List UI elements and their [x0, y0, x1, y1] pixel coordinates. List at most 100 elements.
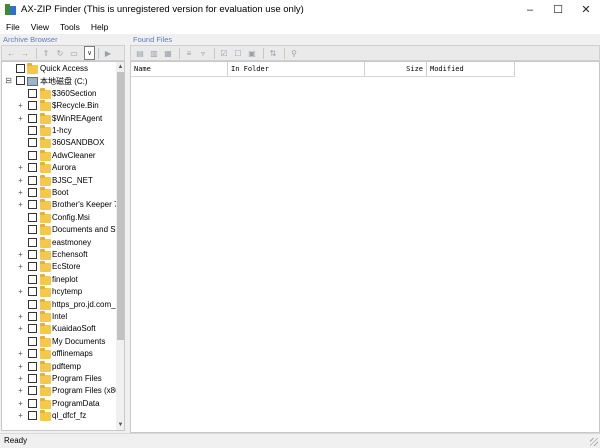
tree-checkbox[interactable]	[28, 250, 37, 259]
expand-icon[interactable]: +	[17, 312, 24, 321]
menu-help[interactable]: Help	[91, 22, 108, 32]
expand-icon[interactable]: +	[17, 324, 24, 333]
collapse-icon[interactable]: ⊟	[5, 76, 12, 85]
tree-item[interactable]: $360Section	[2, 87, 115, 100]
tree-checkbox[interactable]	[28, 386, 37, 396]
tree-checkbox[interactable]	[28, 150, 37, 160]
resize-grip-icon[interactable]	[590, 438, 598, 446]
find-icon[interactable]: ⚲	[288, 47, 300, 59]
move-up-icon[interactable]: ⇅	[267, 47, 279, 59]
tree-item[interactable]: AdwCleaner	[2, 149, 115, 162]
tree-checkbox[interactable]	[28, 287, 37, 297]
tree-item[interactable]: Quick Access	[2, 63, 115, 75]
expand-icon[interactable]: +	[17, 374, 24, 383]
tree-checkbox[interactable]	[28, 398, 37, 408]
tree-checkbox[interactable]	[28, 188, 37, 197]
tree-item[interactable]: + offlinemaps	[2, 348, 115, 360]
expand-icon[interactable]: +	[17, 411, 24, 420]
tree-checkbox[interactable]	[16, 76, 25, 86]
tree-checkbox[interactable]	[28, 336, 37, 346]
expand-icon[interactable]: +	[17, 362, 24, 371]
scroll-down-icon[interactable]: ▼	[116, 420, 124, 430]
scrollbar-thumb[interactable]	[117, 72, 124, 340]
tree-checkbox[interactable]	[28, 88, 37, 98]
tree-checkbox[interactable]	[16, 64, 25, 73]
tree-item[interactable]: + $WinREAgent	[2, 112, 115, 125]
forward-icon[interactable]: →	[19, 47, 31, 59]
tree-item[interactable]: + EcStore	[2, 261, 115, 273]
tree-checkbox[interactable]	[28, 212, 37, 222]
tree-checkbox[interactable]	[28, 349, 37, 359]
column-in-folder[interactable]: In Folder	[228, 62, 365, 77]
tree-item[interactable]: + pdftemp	[2, 360, 115, 373]
open-icon[interactable]: ▤	[134, 47, 146, 59]
tree-item[interactable]: + Echensoft	[2, 249, 115, 261]
expand-icon[interactable]: +	[17, 200, 24, 209]
folder-tree[interactable]: Quick Access ⊟ 本地磁盘 (C:) $360Section + $Recyc…	[1, 61, 125, 431]
properties-icon[interactable]: ▣	[246, 47, 258, 59]
tree-item[interactable]: 360SANDBOX	[2, 137, 115, 149]
tree-item[interactable]: + BJSC_NET	[2, 174, 115, 187]
tree-checkbox[interactable]	[28, 411, 37, 421]
found-files-list[interactable]: Name In Folder Size Modified	[130, 61, 600, 433]
tree-checkbox[interactable]	[28, 312, 37, 321]
tree-item[interactable]: Documents and Se	[2, 224, 120, 236]
tree-checkbox[interactable]	[28, 138, 37, 148]
tree-checkbox[interactable]	[28, 175, 37, 185]
tree-scrollbar[interactable]: ▲ ▼	[116, 62, 124, 430]
tree-checkbox[interactable]	[28, 374, 37, 383]
refresh-icon[interactable]: ↻	[54, 47, 66, 59]
up-folder-icon[interactable]: ⇑	[40, 47, 52, 59]
column-modified[interactable]: Modified	[427, 62, 515, 77]
expand-icon[interactable]: +	[17, 176, 24, 185]
select-none-icon[interactable]: ☐	[232, 47, 244, 59]
chevron-down-icon[interactable]: ∨	[84, 46, 95, 60]
tree-item[interactable]: + Intel	[2, 311, 115, 323]
expand-icon[interactable]: +	[17, 399, 24, 408]
expand-icon[interactable]: +	[17, 349, 24, 358]
tree-checkbox[interactable]	[28, 262, 37, 272]
tree-item[interactable]: + Program Files (x86	[2, 385, 120, 397]
expand-icon[interactable]: +	[17, 114, 24, 123]
expand-icon[interactable]: +	[17, 188, 24, 197]
close-button[interactable]: ✕	[572, 0, 600, 19]
tree-item[interactable]: fineplot	[2, 273, 115, 286]
expand-icon[interactable]: +	[17, 163, 24, 172]
menu-view[interactable]: View	[31, 22, 49, 32]
expand-icon[interactable]: +	[17, 386, 24, 395]
tree-item[interactable]: + ProgramData	[2, 397, 115, 410]
tree-item[interactable]: My Documents	[2, 335, 115, 348]
expand-icon[interactable]: +	[17, 287, 24, 296]
tree-checkbox[interactable]	[28, 200, 37, 210]
expand-icon[interactable]: +	[17, 250, 24, 259]
tree-item[interactable]: + hcytemp	[2, 286, 115, 298]
select-all-icon[interactable]: ☑	[218, 47, 230, 59]
copy-icon[interactable]: ▦	[162, 47, 174, 59]
tree-item[interactable]: + KuaidaoSoft	[2, 323, 115, 335]
back-icon[interactable]: ←	[5, 47, 17, 59]
tree-item[interactable]: https_pro.jd.com_0	[2, 298, 120, 311]
tree-item[interactable]: + Aurora	[2, 162, 115, 174]
tree-checkbox[interactable]	[28, 225, 37, 235]
menu-tools[interactable]: Tools	[60, 22, 80, 32]
tree-item[interactable]: eastmoney	[2, 236, 115, 249]
tree-item[interactable]: + Program Files	[2, 373, 115, 385]
tree-checkbox[interactable]	[28, 237, 37, 247]
tree-checkbox[interactable]	[28, 361, 37, 371]
menu-file[interactable]: File	[6, 22, 20, 32]
tree-checkbox[interactable]	[28, 113, 37, 123]
maximize-button[interactable]: ☐	[544, 0, 572, 19]
tree-item[interactable]: + Brother's Keeper 7	[2, 199, 118, 211]
tree-item[interactable]: ⊟ 本地磁盘 (C:)	[2, 75, 115, 87]
extract-icon[interactable]: ▥	[148, 47, 160, 59]
tree-item[interactable]: Config.Msi	[2, 211, 115, 224]
expand-icon[interactable]: +	[17, 262, 24, 271]
column-size[interactable]: Size	[365, 62, 427, 77]
tree-item[interactable]: + Boot	[2, 187, 115, 199]
filter-icon[interactable]: ▿	[197, 47, 209, 59]
tree-checkbox[interactable]	[28, 126, 37, 135]
view-mode-icon[interactable]: ▭	[68, 47, 80, 59]
column-name[interactable]: Name	[131, 62, 228, 77]
scroll-up-icon[interactable]: ▲	[116, 62, 124, 72]
expand-icon[interactable]: +	[17, 101, 24, 110]
